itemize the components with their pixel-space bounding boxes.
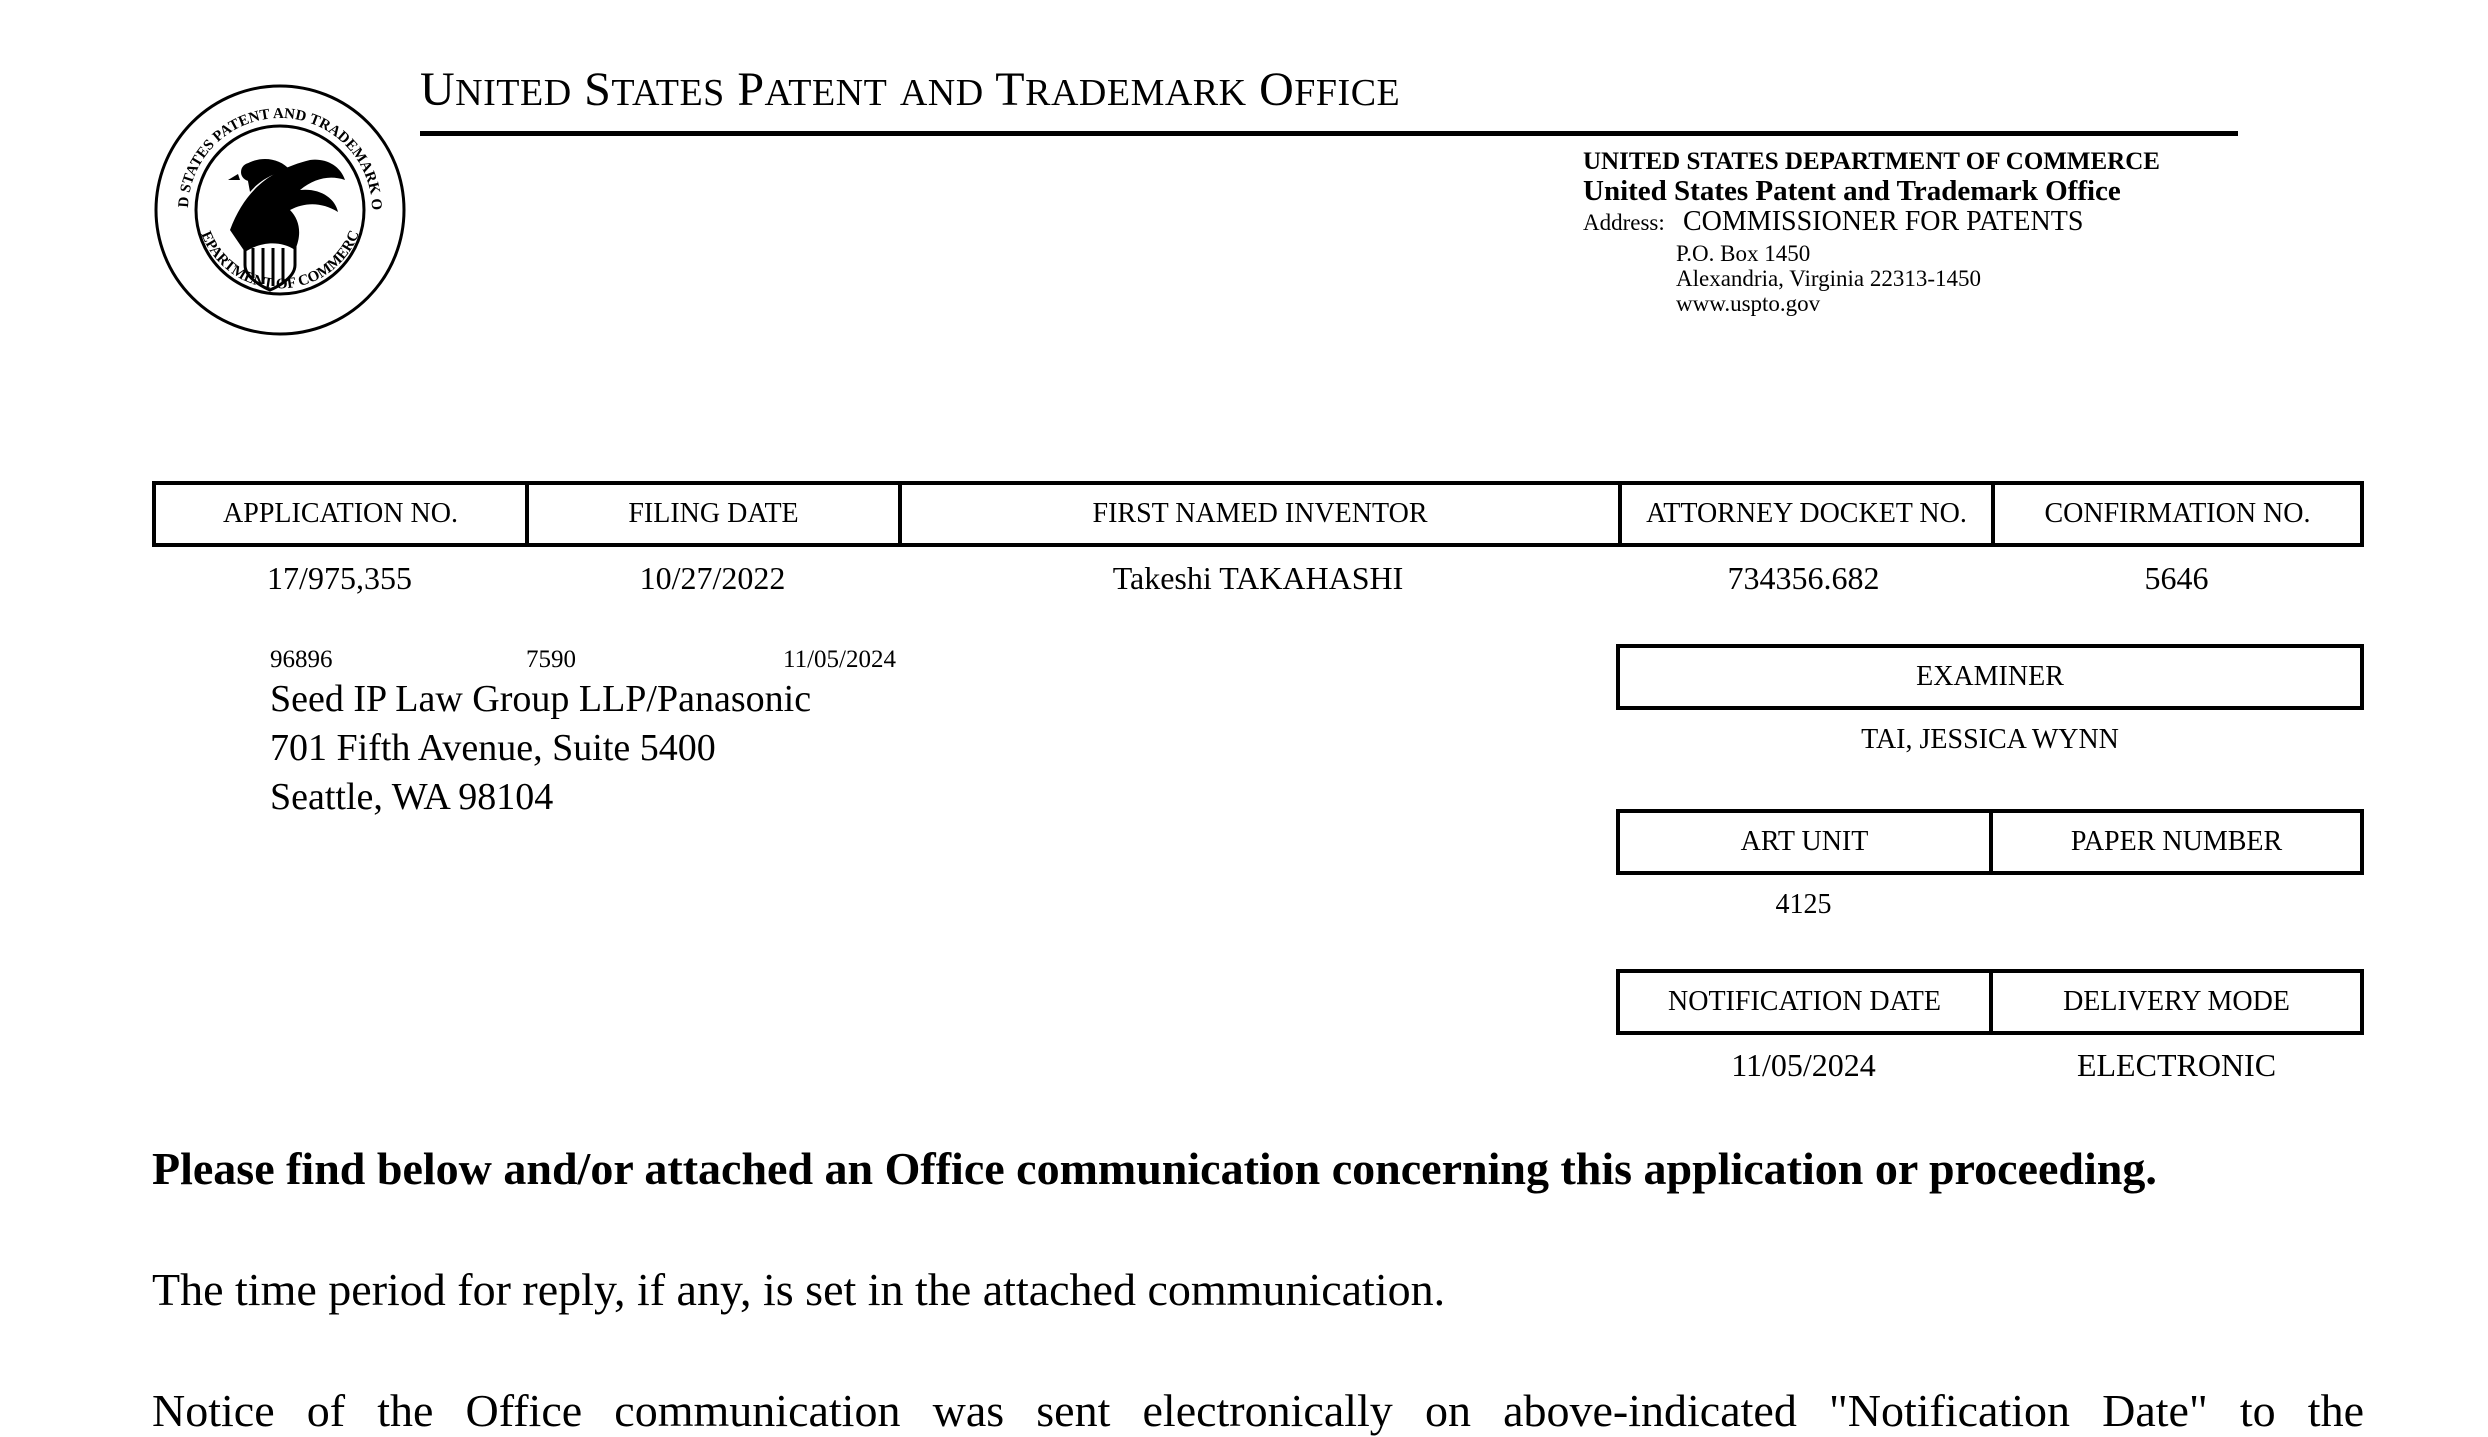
header-notification-date: NOTIFICATION DATE bbox=[1620, 973, 1993, 1031]
correspondence-code: 7590 bbox=[526, 646, 576, 673]
correspondence-street: 701 Fifth Avenue, Suite 5400 bbox=[270, 727, 716, 769]
office-title-word: PATENT bbox=[737, 63, 888, 116]
header-first-named-inventor: FIRST NAMED INVENTOR bbox=[902, 485, 1622, 543]
office-title-word: STATES bbox=[584, 63, 725, 116]
address-label: Address: bbox=[1583, 210, 1665, 235]
value-attorney-docket-no: 734356.682 bbox=[1727, 560, 1880, 596]
header-confirmation-no: CONFIRMATION NO. bbox=[2044, 498, 2311, 529]
address-website: www.uspto.gov bbox=[1676, 291, 1821, 316]
correspondence-date: 11/05/2024 bbox=[783, 646, 896, 673]
value-application-no: 17/975,355 bbox=[267, 560, 412, 596]
address-po-box: P.O. Box 1450 bbox=[1676, 241, 1811, 266]
examiner-table: EXAMINER bbox=[1616, 644, 2364, 710]
notification-table: NOTIFICATION DATE DELIVERY MODE bbox=[1616, 969, 2364, 1035]
header-paper-number: PAPER NUMBER bbox=[2070, 826, 2283, 857]
header-examiner: EXAMINER bbox=[1916, 661, 2064, 692]
header-art-unit: ART UNIT bbox=[1620, 813, 1993, 871]
office-title-word: OFFICE bbox=[1259, 63, 1401, 116]
office-title: UNITED STATES PATENT AND TRADEMARK OFFIC… bbox=[420, 62, 1400, 117]
header-application-no: APPLICATION NO. bbox=[156, 485, 529, 543]
electronic-notice: Notice of the Office communication was s… bbox=[152, 1385, 2364, 1436]
office-name: United States Patent and Trademark Offic… bbox=[1583, 175, 2121, 207]
value-confirmation-no: 5646 bbox=[2144, 560, 2209, 596]
customer-number: 96896 bbox=[270, 646, 333, 673]
office-title-word: AND bbox=[899, 72, 984, 114]
title-rule bbox=[420, 131, 2238, 136]
correspondence-city: Seattle, WA 98104 bbox=[270, 776, 554, 818]
value-notification-date: 11/05/2024 bbox=[1731, 1047, 1876, 1083]
office-title-word: TRADEMARK bbox=[995, 63, 1247, 116]
uspto-seal-logo: UNITED STATES PATENT AND TRADEMARK OFFIC… bbox=[150, 80, 406, 336]
examiner-name: TAI, JESSICA WYNN bbox=[1861, 724, 2119, 755]
address-name: COMMISSIONER FOR PATENTS bbox=[1683, 206, 2084, 237]
office-title-word: UNITED bbox=[420, 63, 572, 116]
eagle-icon bbox=[228, 158, 345, 252]
value-delivery-mode: ELECTRONIC bbox=[2076, 1047, 2277, 1083]
correspondence-firm: Seed IP Law Group LLP/Panasonic bbox=[270, 678, 812, 720]
address-city: Alexandria, Virginia 22313-1450 bbox=[1676, 266, 1982, 291]
office-communication-notice: Please find below and/or attached an Off… bbox=[152, 1143, 2157, 1194]
department-name: UNITED STATES DEPARTMENT OF COMMERCE bbox=[1583, 148, 2160, 175]
value-art-unit: 4125 bbox=[1775, 889, 1832, 920]
value-first-named-inventor: Takeshi TAKAHASHI bbox=[1112, 560, 1404, 596]
reply-period-notice: The time period for reply, if any, is se… bbox=[152, 1264, 1446, 1315]
art-unit-table: ART UNIT PAPER NUMBER bbox=[1616, 809, 2364, 875]
header-attorney-docket-no: ATTORNEY DOCKET NO. bbox=[1622, 485, 1995, 543]
application-header-table: APPLICATION NO. FILING DATE FIRST NAMED … bbox=[152, 481, 2364, 547]
value-filing-date: 10/27/2022 bbox=[639, 560, 786, 596]
header-filing-date: FILING DATE bbox=[529, 485, 902, 543]
header-delivery-mode: DELIVERY MODE bbox=[2063, 986, 2290, 1017]
